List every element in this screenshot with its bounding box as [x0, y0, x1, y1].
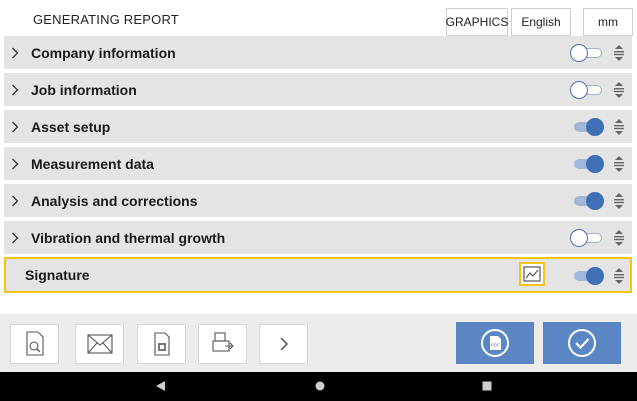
drag-handle-icon[interactable]: [613, 82, 625, 98]
drag-handle-icon[interactable]: [613, 156, 625, 172]
drag-handle-icon[interactable]: [613, 193, 625, 209]
generate-pdf-button[interactable]: PDF: [456, 322, 534, 364]
section-toggle[interactable]: [570, 118, 604, 136]
chevron-right-icon[interactable]: [11, 232, 25, 244]
export-icon: [211, 332, 234, 352]
pdf-icon: PDF: [481, 329, 509, 357]
header: GENERATING REPORT GRAPHICS English mm: [0, 4, 637, 36]
section-toggle[interactable]: [570, 81, 604, 99]
export-button[interactable]: [198, 324, 247, 364]
drag-handle-icon[interactable]: [613, 230, 625, 246]
confirm-button[interactable]: [543, 322, 621, 364]
more-chevron-icon: [280, 337, 288, 351]
section-toggle[interactable]: [570, 155, 604, 173]
chevron-right-icon[interactable]: [11, 84, 25, 96]
section-label: Measurement data: [31, 155, 154, 172]
section-row-asset-setup[interactable]: Asset setup: [4, 110, 632, 143]
language-button[interactable]: English: [511, 8, 571, 36]
section-row-measurement-data[interactable]: Measurement data: [4, 147, 632, 180]
section-label: Asset setup: [31, 118, 111, 135]
section-label: Analysis and corrections: [31, 192, 198, 209]
section-row-analysis-and-corrections[interactable]: Analysis and corrections: [4, 184, 632, 217]
system-navigation-bar: [0, 372, 637, 401]
drag-handle-icon[interactable]: [613, 268, 625, 284]
section-toggle[interactable]: [570, 229, 604, 247]
report-generator-screen: GENERATING REPORT GRAPHICS English mm Co…: [0, 0, 637, 401]
chevron-right-icon[interactable]: [11, 158, 25, 170]
more-button[interactable]: [259, 324, 308, 364]
section-label: Job information: [31, 81, 137, 98]
section-row-job-information[interactable]: Job information: [4, 73, 632, 106]
svg-text:PDF: PDF: [491, 343, 500, 348]
drag-handle-icon[interactable]: [613, 119, 625, 135]
section-toggle[interactable]: [570, 267, 604, 285]
section-toggle[interactable]: [570, 192, 604, 210]
qr-document-icon: [153, 332, 170, 356]
chevron-right-icon[interactable]: [11, 195, 25, 207]
preview-icon: [25, 331, 44, 356]
section-label: Company information: [31, 44, 176, 61]
qr-document-button[interactable]: [137, 324, 186, 364]
preview-button[interactable]: [10, 324, 59, 364]
graphics-button[interactable]: GRAPHICS: [446, 8, 508, 36]
page-title: GENERATING REPORT: [33, 12, 179, 27]
section-label: Vibration and thermal growth: [31, 229, 226, 246]
signature-graphic-icon[interactable]: [519, 262, 545, 286]
email-icon: [86, 334, 113, 354]
chevron-right-icon[interactable]: [11, 47, 25, 59]
bottom-toolbar: PDF: [0, 314, 637, 372]
section-row-signature[interactable]: Signature: [4, 257, 632, 293]
recents-icon[interactable]: [481, 380, 493, 392]
home-icon[interactable]: [314, 380, 326, 392]
units-button[interactable]: mm: [583, 8, 633, 36]
drag-handle-icon[interactable]: [613, 45, 625, 61]
confirm-check-icon: [568, 329, 596, 357]
top-edge: [0, 0, 637, 3]
section-toggle[interactable]: [570, 44, 604, 62]
back-icon[interactable]: [154, 380, 166, 392]
chevron-right-icon[interactable]: [11, 121, 25, 133]
section-row-vibration-and-thermal-growth[interactable]: Vibration and thermal growth: [4, 221, 632, 254]
email-button[interactable]: [75, 324, 124, 364]
section-label: Signature: [25, 267, 90, 283]
section-row-company-information[interactable]: Company information: [4, 36, 632, 69]
